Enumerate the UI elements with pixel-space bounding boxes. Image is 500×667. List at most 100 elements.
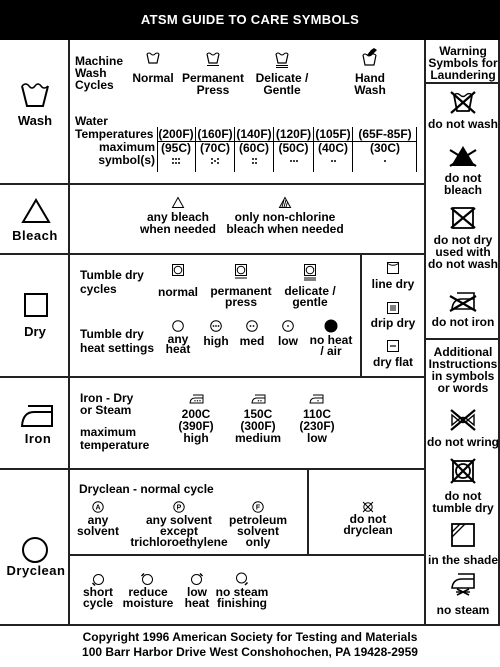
temp-fahrenheit: (120F) [275, 127, 312, 141]
label-line: or Steam [80, 403, 132, 417]
dryclean-label: Dryclean [6, 563, 66, 578]
label-line: / air [320, 344, 342, 358]
circle-two-dots-icon [246, 320, 258, 332]
label-line: high [183, 431, 209, 445]
temp-dot [333, 160, 336, 162]
option-label: permanent press [208, 285, 274, 308]
label-line: dryclean [343, 523, 393, 537]
iron-label: Iron [24, 431, 52, 446]
striped-triangle-icon [278, 196, 292, 208]
iron-two-dots-icon [251, 394, 266, 404]
do-not-iron-icon [449, 292, 477, 312]
warning-label: do not iron [431, 315, 495, 329]
option-label: petroleum solvent only [228, 514, 288, 548]
cycle-label: Permanent Press [180, 72, 246, 96]
cycle-label: Delicate / Gentle [250, 72, 314, 96]
setting-label: 200C (390F) high [176, 408, 216, 444]
option-label: line dry [371, 277, 415, 291]
setting-label: 110C (230F) low [297, 408, 337, 444]
temp-dot [217, 158, 219, 160]
temp-celsius: (40C) [317, 141, 348, 155]
label-line: low [307, 431, 327, 445]
temp-dot [384, 160, 386, 162]
option-label: dry flat [372, 355, 413, 369]
divider [424, 82, 500, 84]
temp-fahrenheit: (160F) [197, 127, 233, 141]
option-label: only non-chlorine bleach when needed [226, 211, 344, 235]
label-line: cycles [80, 282, 117, 296]
label-line: Laundering [430, 68, 496, 82]
temp-dot [178, 158, 180, 160]
warning-label: do not wash [428, 117, 498, 131]
temp-fahrenheit: (140F) [236, 127, 272, 141]
bleach-label: Bleach [12, 228, 58, 243]
label-line: bleach [443, 183, 482, 197]
label-line: do not wash [428, 257, 498, 271]
option-label: delicate / gentle [280, 285, 340, 309]
temp-dot [251, 158, 254, 160]
iron-one-dot-icon [309, 394, 324, 404]
iron-max-temp-label: maximum temperature [80, 426, 149, 452]
temp-fahrenheit: (200F) [158, 127, 194, 141]
temp-dot [172, 162, 174, 164]
do-not-tumble-dry-icon [450, 458, 476, 484]
cycle-label: Normal [132, 71, 174, 85]
divider [0, 183, 425, 185]
circle-a-icon: A [92, 501, 104, 513]
address-text: 100 Barr Harbor Drive West Conshohochen,… [82, 645, 418, 659]
tumble-normal-icon [172, 264, 184, 276]
svg-text:A: A [95, 505, 100, 512]
divider [424, 338, 500, 340]
additional-label: no steam [436, 603, 490, 617]
temp-dot [178, 162, 180, 164]
dry-label: Dry [24, 324, 46, 339]
do-not-dry-icon [450, 207, 476, 229]
temp-celsius: (95C) [160, 141, 191, 155]
temp-celsius: (50C) [278, 141, 309, 155]
label-line: medium [234, 431, 281, 445]
bleach-triangle-icon [21, 198, 51, 223]
no-steam-icon [451, 573, 475, 596]
option-label: med [239, 334, 265, 348]
tumble-cycles-label: Tumble dry cycles [80, 268, 144, 296]
iron-three-dots-icon [189, 394, 204, 404]
temp-dot [254, 162, 257, 164]
dry-in-shade-icon [451, 523, 475, 547]
additional-header: Additional Instructions in symbols or wo… [426, 346, 500, 394]
temp-dot [175, 158, 177, 160]
circle-any-heat-icon [172, 320, 184, 332]
label-line: gentle [292, 295, 328, 309]
divider [0, 624, 500, 626]
temp-dot [254, 158, 257, 160]
wash-tub-delicate-icon [275, 52, 289, 68]
divider [307, 468, 309, 555]
drip-dry-icon [387, 302, 399, 314]
temp-dot [251, 162, 254, 164]
option-label: high [203, 334, 229, 348]
label-line: heat settings [80, 341, 155, 355]
additional-label: do not tumble dry [426, 490, 500, 514]
water-temp-label: Water Temperatures [75, 115, 153, 141]
line-dry-icon [387, 262, 399, 274]
temp-dot [217, 162, 219, 164]
option-label: no heat / air [308, 334, 354, 358]
option-label: any solvent except trichloroethylene [126, 514, 232, 548]
temp-celsius: (30C) [369, 141, 400, 155]
warning-label: do not dry used with do not wash [426, 234, 500, 270]
label-line: or words [437, 381, 489, 395]
do-not-wash-icon [450, 91, 476, 114]
no-steam-finishing-icon [236, 572, 249, 586]
label-line: Wash [354, 83, 386, 97]
filled-circle-icon [324, 319, 338, 333]
label-line: tumble dry [432, 501, 494, 515]
temp-dot [295, 160, 298, 162]
temp-celsius: (60C) [238, 141, 269, 155]
wash-tub-normal-icon [146, 52, 160, 64]
option-label: reduce moisture [120, 586, 176, 609]
label-line: Gentle [263, 83, 301, 97]
cycle-label: Hand Wash [345, 72, 395, 96]
dry-flat-icon [387, 340, 399, 352]
label-line: bleach when needed [226, 222, 344, 236]
temp-dot [172, 158, 174, 160]
temp-dot [330, 160, 333, 162]
